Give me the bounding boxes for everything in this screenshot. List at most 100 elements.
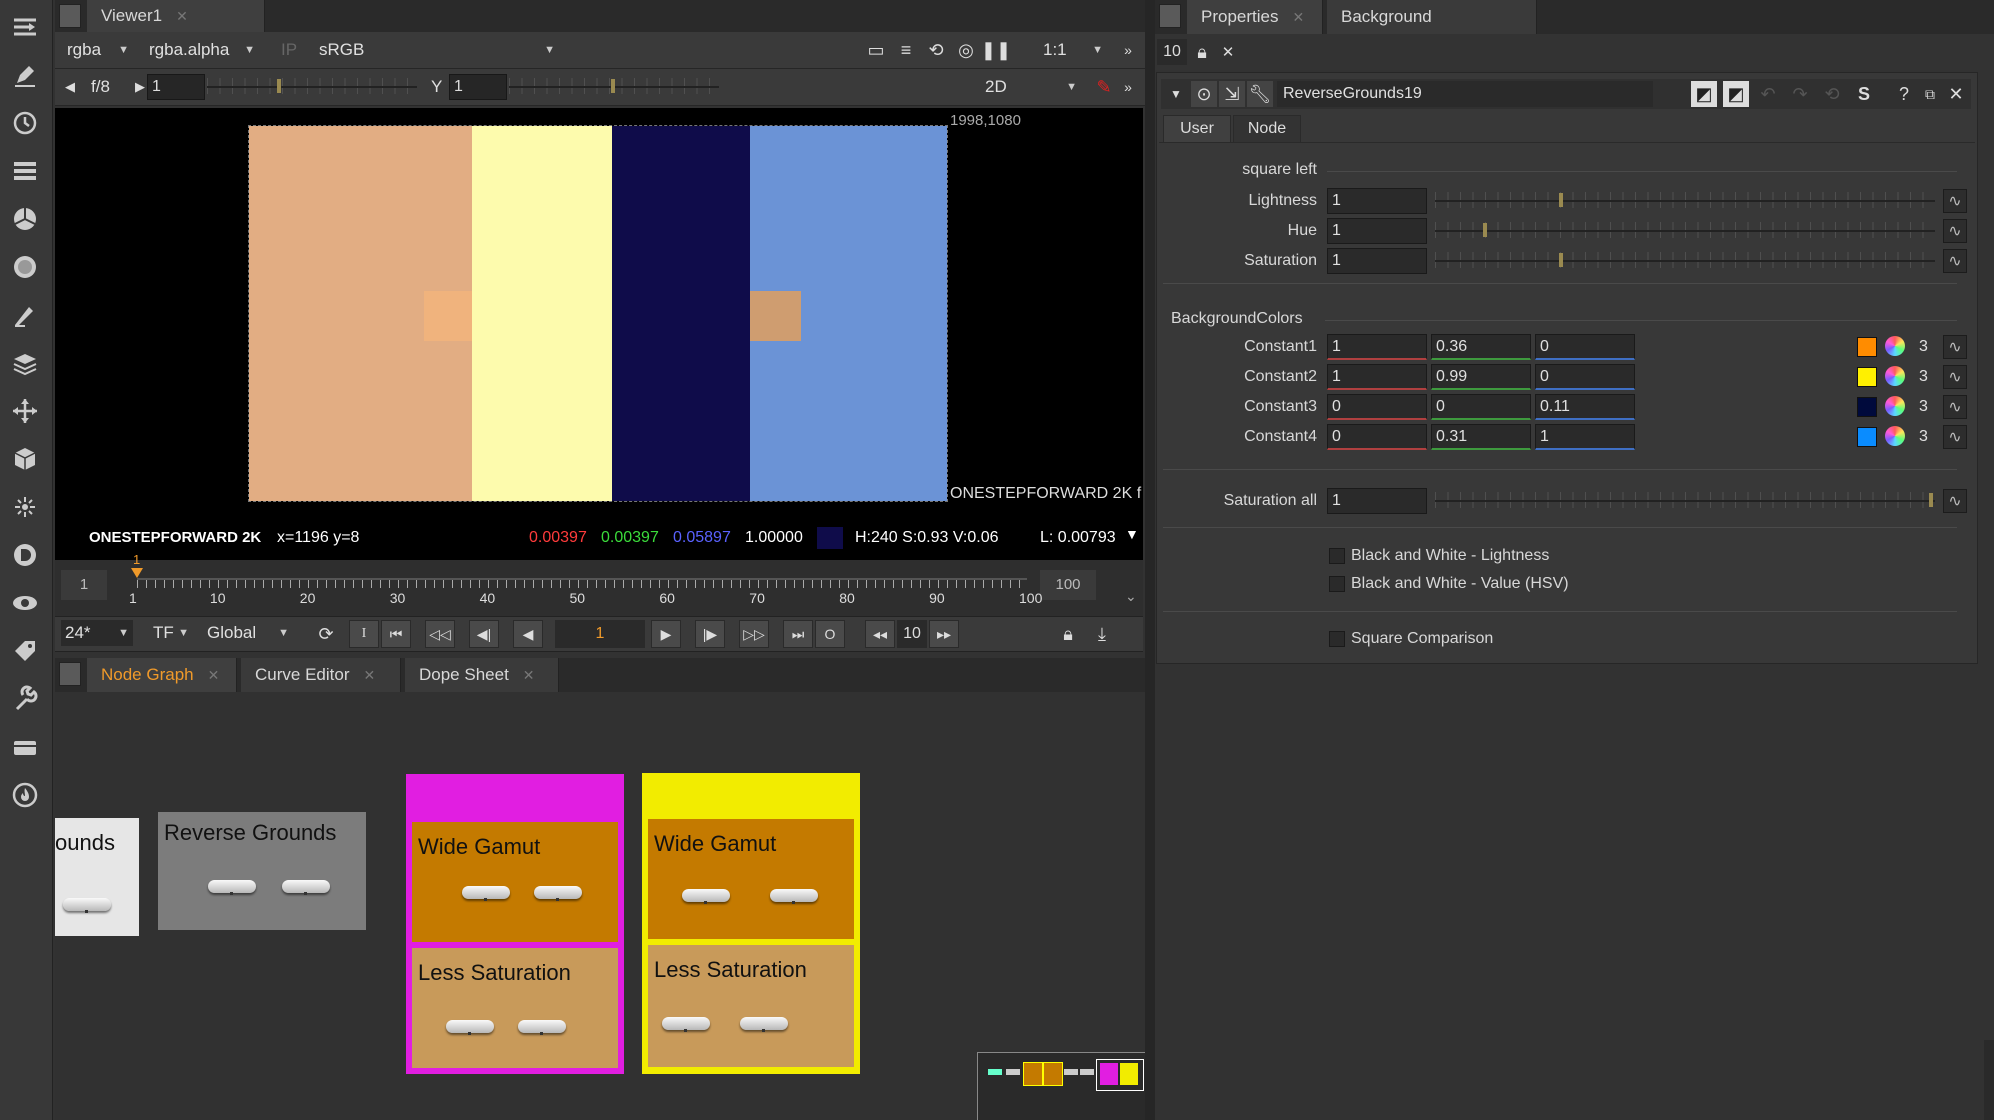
- colorspace-dropdown[interactable]: sRGB ▼: [319, 37, 559, 63]
- color-picker2-icon[interactable]: ◩: [1723, 81, 1749, 107]
- saturation-all-field[interactable]: 1: [1327, 488, 1427, 514]
- panel-grip-icon[interactable]: [59, 4, 81, 28]
- pen-icon[interactable]: [6, 56, 44, 94]
- color-picker-icon[interactable]: ◩: [1691, 81, 1717, 107]
- script-icon[interactable]: S: [1851, 81, 1877, 107]
- channel-count[interactable]: 3: [1919, 338, 1928, 356]
- channel-count[interactable]: 3: [1919, 428, 1928, 446]
- constant-green-field[interactable]: 0.36: [1431, 334, 1531, 360]
- constant-blue-field[interactable]: 1: [1535, 424, 1635, 450]
- color-wheel-icon[interactable]: [1885, 336, 1905, 356]
- channels-dropdown[interactable]: rgba ▼: [67, 37, 133, 63]
- play-forward-icon[interactable]: ▶: [651, 620, 681, 648]
- constant-green-field[interactable]: 0: [1431, 394, 1531, 420]
- fstop-label[interactable]: f/8: [91, 74, 131, 100]
- toolsets-icon[interactable]: [6, 680, 44, 718]
- close-icon[interactable]: ✕: [523, 667, 535, 683]
- tab-node[interactable]: Node: [1233, 115, 1301, 143]
- hue-slider[interactable]: [1435, 218, 1935, 244]
- timeline[interactable]: 1 100 ⌄ 1 10 20 30 40 50 60 70 80 90 100 1: [55, 552, 1143, 616]
- color-icon[interactable]: [6, 200, 44, 238]
- clock-icon[interactable]: [6, 104, 44, 142]
- next-key-icon[interactable]: ▷▷: [739, 620, 769, 648]
- filter-icon[interactable]: [6, 248, 44, 286]
- zoom-dropdown[interactable]: 1:1 ▼: [1043, 37, 1107, 63]
- previous-icon[interactable]: ◀: [57, 74, 83, 100]
- node-wide-gamut[interactable]: Wide Gamut: [648, 819, 854, 939]
- tab-properties[interactable]: Properties ✕: [1187, 0, 1323, 34]
- first-frame-icon[interactable]: ⏮: [381, 620, 411, 648]
- animation-curve-icon[interactable]: ∿: [1943, 335, 1967, 359]
- deep-icon[interactable]: [6, 536, 44, 574]
- tab-background-renders[interactable]: Background Renders✕: [1327, 0, 1537, 60]
- timeline-ruler[interactable]: 1 10 20 30 40 50 60 70 80 90 100 1: [129, 552, 1042, 610]
- animation-curve-icon[interactable]: ∿: [1943, 395, 1967, 419]
- expand-icon[interactable]: »: [1115, 74, 1141, 100]
- particles-icon[interactable]: [6, 488, 44, 526]
- constant-green-field[interactable]: 0.99: [1431, 364, 1531, 390]
- constant-red-field[interactable]: 1: [1327, 334, 1427, 360]
- keyer-icon[interactable]: [6, 296, 44, 334]
- furnace-icon[interactable]: [6, 776, 44, 814]
- viewer-canvas[interactable]: 1998,1080 ONESTEPFORWARD 2K f: [55, 108, 1143, 518]
- loop-icon[interactable]: ⟳: [313, 621, 339, 647]
- skip-back-icon[interactable]: ◂◂: [865, 620, 895, 648]
- in-point-button[interactable]: I: [349, 620, 379, 648]
- constant-blue-field[interactable]: 0: [1535, 364, 1635, 390]
- play-backward-icon[interactable]: ◀: [513, 620, 543, 648]
- panel-grip-icon[interactable]: [1159, 4, 1181, 28]
- node-wide-gamut[interactable]: Wide Gamut: [412, 822, 618, 942]
- wipe-icon[interactable]: ▭: [863, 37, 889, 63]
- playhead-icon[interactable]: [131, 568, 143, 578]
- constant-blue-field[interactable]: 0.11: [1535, 394, 1635, 420]
- color-wheel-icon[interactable]: [1885, 396, 1905, 416]
- bw-value-checkbox[interactable]: [1329, 576, 1345, 592]
- pause-icon[interactable]: ❚❚: [981, 37, 1011, 63]
- prev-key-icon[interactable]: ◁◁: [425, 620, 455, 648]
- edit-knobs-icon[interactable]: 🔧︎: [1247, 81, 1273, 107]
- node-reverse-grounds[interactable]: Reverse Grounds: [158, 812, 366, 930]
- lightness-slider[interactable]: [1435, 188, 1935, 214]
- backdrop-group-1[interactable]: Wide Gamut Less Saturation: [406, 774, 624, 1074]
- square-comparison-checkbox[interactable]: [1329, 631, 1345, 647]
- node-less-saturation[interactable]: Less Saturation: [412, 948, 618, 1068]
- close-icon[interactable]: ✕: [208, 667, 220, 683]
- node-less-saturation[interactable]: Less Saturation: [648, 945, 854, 1067]
- tab-viewer1[interactable]: Viewer1 ✕: [87, 0, 265, 32]
- channel-count[interactable]: 3: [1919, 368, 1928, 386]
- color-swatch[interactable]: [1857, 367, 1877, 387]
- roi-icon[interactable]: ◎: [953, 37, 979, 63]
- paint-icon[interactable]: ✎: [1091, 74, 1117, 100]
- last-frame-icon[interactable]: ⏭: [783, 620, 813, 648]
- revert-icon[interactable]: ⟲: [1819, 81, 1845, 107]
- gamma-slider[interactable]: [509, 74, 719, 100]
- animation-curve-icon[interactable]: ∿: [1943, 219, 1967, 243]
- float-icon[interactable]: ⧉: [1917, 81, 1943, 107]
- render-icon[interactable]: ⤓: [1089, 621, 1115, 647]
- animation-curve-icon[interactable]: ∿: [1943, 425, 1967, 449]
- color-swatch[interactable]: [1857, 337, 1877, 357]
- constant-red-field[interactable]: 0: [1327, 424, 1427, 450]
- backdrop-group-2[interactable]: Wide Gamut Less Saturation: [642, 773, 860, 1074]
- bw-lightness-checkbox[interactable]: [1329, 548, 1345, 564]
- lock-icon[interactable]: 🔒︎: [1055, 621, 1081, 647]
- undo-icon[interactable]: ↶: [1755, 81, 1781, 107]
- menu-icon[interactable]: [6, 8, 44, 46]
- list-icon[interactable]: ≡: [893, 37, 919, 63]
- fps-dropdown[interactable]: 24* ▼: [61, 620, 133, 646]
- animation-curve-icon[interactable]: ∿: [1943, 489, 1967, 513]
- tab-curve-editor[interactable]: Curve Editor ✕: [241, 658, 401, 692]
- node-partial[interactable]: ounds: [55, 818, 139, 936]
- merge-icon[interactable]: [6, 344, 44, 382]
- transform-icon[interactable]: [6, 392, 44, 430]
- hue-field[interactable]: 1: [1327, 218, 1427, 244]
- tab-dope-sheet[interactable]: Dope Sheet ✕: [405, 658, 559, 692]
- expand-icon[interactable]: »: [1115, 37, 1141, 63]
- constant-blue-field[interactable]: 0: [1535, 334, 1635, 360]
- max-panels-field[interactable]: 10: [1157, 39, 1187, 65]
- out-point-button[interactable]: O: [815, 620, 845, 648]
- scrollbar[interactable]: [1984, 1040, 1994, 1120]
- panel-divider[interactable]: [1145, 0, 1155, 1120]
- saturation-field[interactable]: 1: [1327, 248, 1427, 274]
- current-frame-field[interactable]: 1: [555, 620, 645, 648]
